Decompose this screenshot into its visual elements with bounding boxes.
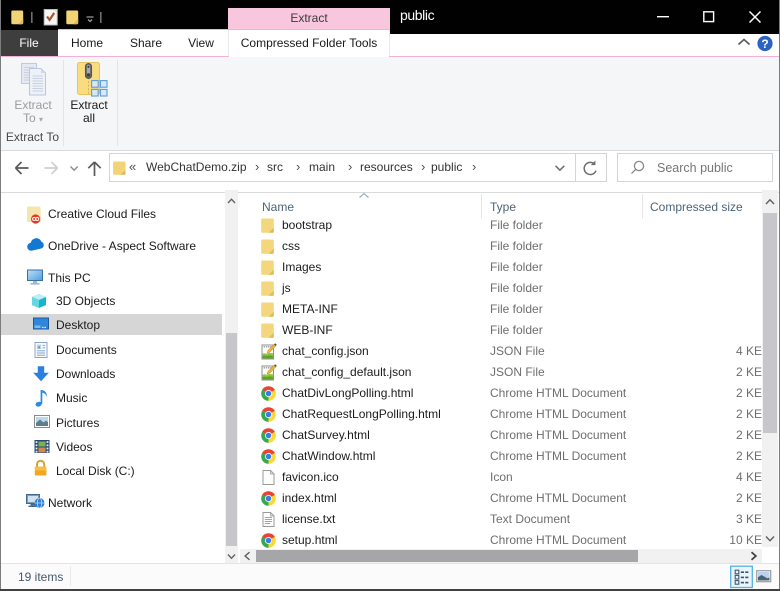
svg-text:?: ? xyxy=(761,37,768,51)
svg-text:a: a xyxy=(38,345,41,350)
